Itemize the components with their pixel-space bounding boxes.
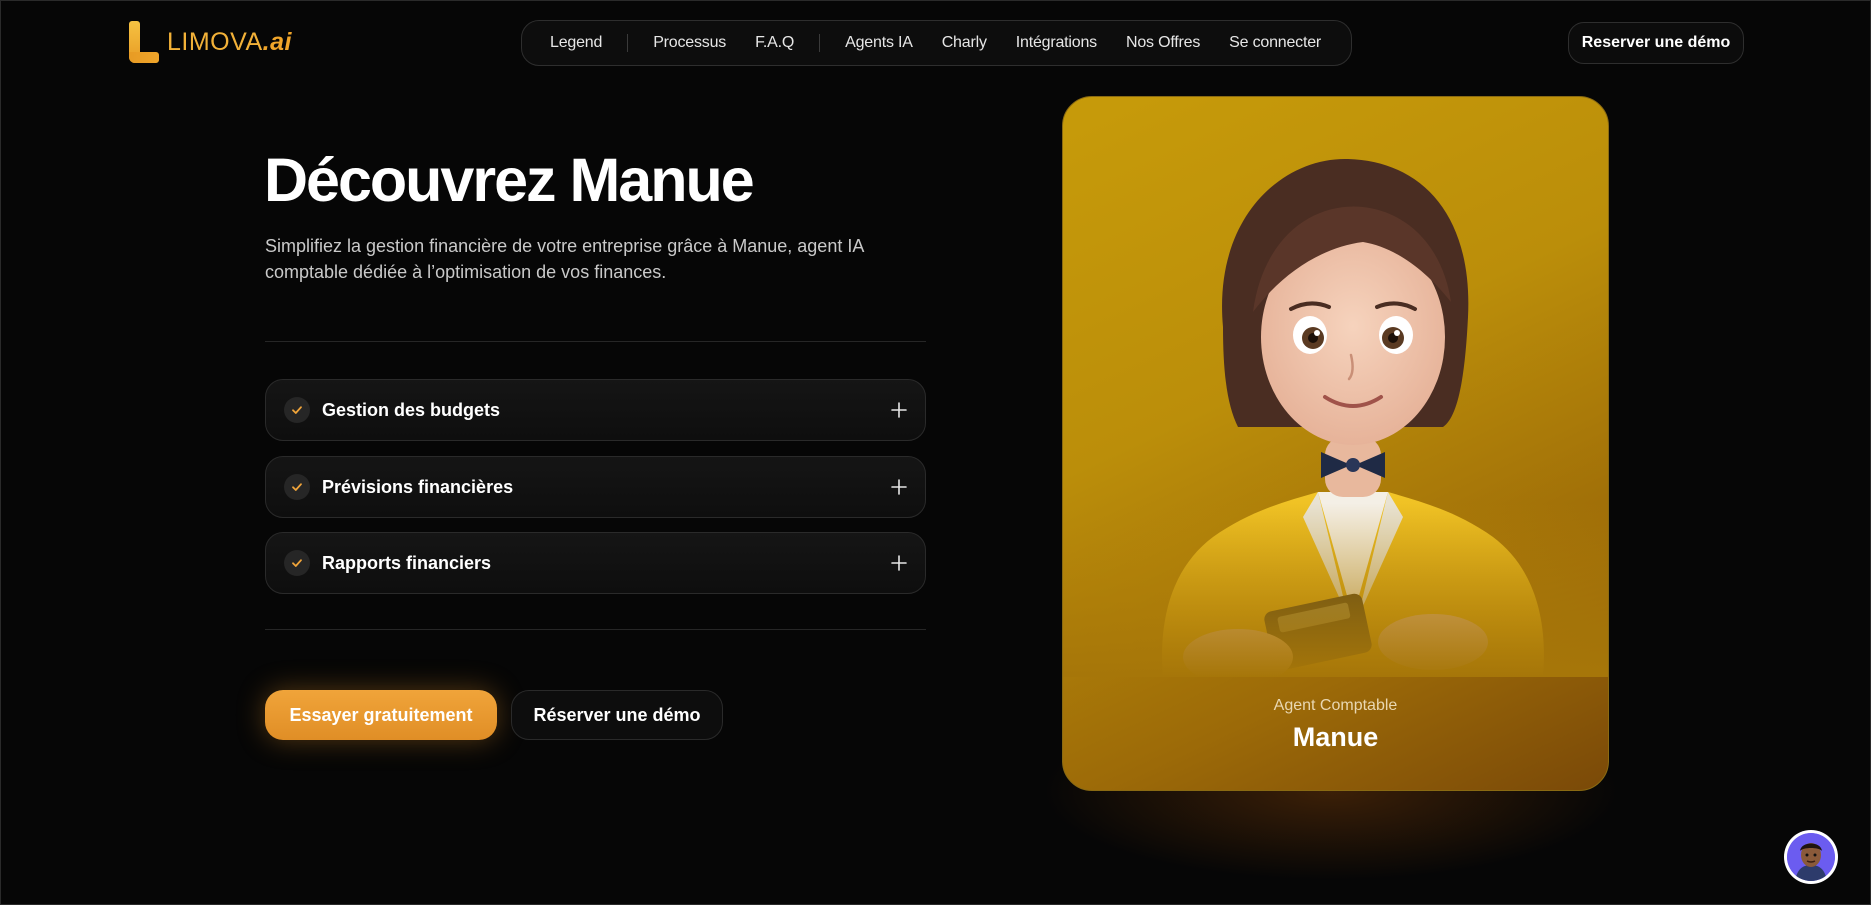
feature-item-previsions[interactable]: Prévisions financières: [265, 456, 926, 518]
nav-separator: [819, 34, 821, 52]
page-subtitle: Simplifiez la gestion financière de votr…: [265, 236, 864, 282]
main-nav: Legend Processus F.A.Q Agents IA Charly …: [521, 20, 1352, 66]
nav-item-integrations[interactable]: Intégrations: [1016, 34, 1097, 52]
agent-portrait: [1063, 97, 1608, 677]
plus-icon[interactable]: [891, 479, 907, 495]
logo-suffix: .ai: [262, 27, 292, 56]
nav-item-faq[interactable]: F.A.Q: [755, 34, 794, 52]
feature-label: Rapports financiers: [322, 552, 492, 573]
check-icon: [284, 474, 310, 500]
check-icon: [284, 397, 310, 423]
nav-item-se-connecter[interactable]: Se connecter: [1229, 34, 1321, 52]
logo-mark-icon: [129, 21, 159, 63]
nav-item-legend[interactable]: Legend: [550, 34, 602, 52]
page-title: Découvrez Manue: [264, 146, 755, 214]
feature-item-rapports[interactable]: Rapports financiers: [265, 532, 926, 594]
nav-item-charly[interactable]: Charly: [942, 34, 987, 52]
header-demo-button[interactable]: Reserver une démo: [1568, 22, 1744, 64]
plus-icon[interactable]: [891, 555, 907, 571]
logo-text: LIMOVA.ai: [167, 28, 292, 57]
book-demo-button[interactable]: Réserver une démo: [511, 690, 723, 740]
nav-separator: [627, 34, 629, 52]
agent-role: Agent Comptable: [1273, 697, 1398, 714]
nav-item-processus[interactable]: Processus: [653, 34, 726, 52]
logo[interactable]: LIMOVA.ai: [129, 21, 292, 63]
chat-avatar-icon: [1787, 833, 1835, 881]
logo-name: LIMOVA: [167, 27, 263, 56]
nav-item-agents-ia[interactable]: Agents IA: [845, 34, 913, 52]
agent-name: Manue: [1292, 722, 1379, 752]
try-free-button[interactable]: Essayer gratuitement: [265, 690, 497, 740]
nav-item-nos-offres[interactable]: Nos Offres: [1126, 34, 1200, 52]
feature-label: Prévisions financières: [322, 476, 514, 497]
feature-label: Gestion des budgets: [322, 399, 501, 420]
check-icon: [284, 550, 310, 576]
feature-item-budgets[interactable]: Gestion des budgets: [265, 379, 926, 441]
divider: [265, 629, 926, 630]
divider: [265, 341, 926, 342]
agent-card: Agent Comptable Manue: [1062, 96, 1609, 791]
plus-icon[interactable]: [891, 402, 907, 418]
chat-launcher-button[interactable]: [1784, 830, 1838, 884]
